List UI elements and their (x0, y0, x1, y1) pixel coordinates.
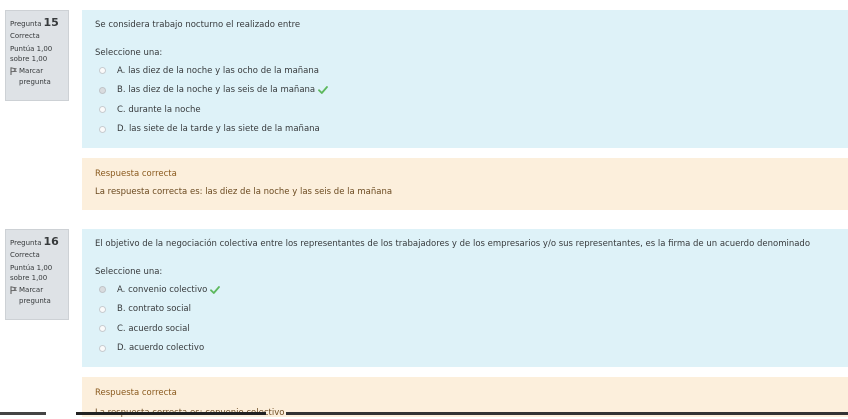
check-icon (318, 86, 329, 95)
question-number-label: Pregunta (10, 20, 42, 28)
question-formulation: Se considera trabajo nocturno el realiza… (82, 10, 848, 148)
question-number-label: Pregunta (10, 239, 42, 247)
check-icon (210, 285, 221, 294)
grade-line-2: sobre 1,00 (10, 274, 48, 283)
question-formulation: El objetivo de la negociación colectiva … (82, 229, 848, 367)
radio-button[interactable] (99, 325, 106, 333)
radio-button[interactable] (99, 344, 106, 352)
question-info: Pregunta 16 Correcta Puntúa 1,00 sobre 1,… (5, 229, 69, 320)
answer-option-d[interactable]: D. acuerdo colectivo (95, 339, 835, 359)
scrollbar-track-segment (0, 412, 46, 415)
feedback-title: Respuesta correcta (95, 388, 177, 398)
answer-label: C. acuerdo social (117, 323, 190, 334)
scrollbar-thumb[interactable] (76, 412, 266, 415)
answer-label: C. durante la noche (117, 104, 201, 115)
question-feedback: Respuesta correcta La respuesta correcta… (82, 158, 848, 210)
answer-list: A. las diez de la noche y las ocho de la… (95, 61, 835, 139)
flag-label: Marcar pregunta (19, 285, 51, 305)
answer-prompt: Seleccione una: (95, 48, 163, 58)
answer-option-b[interactable]: B. las diez de la noche y las seis de la… (95, 81, 835, 101)
flag-question-button[interactable]: Marcar pregunta (10, 66, 64, 86)
answer-label: D. acuerdo colectivo (117, 343, 205, 354)
correct-answer-text: La respuesta correcta es: las diez de la… (95, 187, 393, 197)
answer-label: D. las siete de la tarde y las siete de … (117, 124, 320, 135)
answer-option-c[interactable]: C. durante la noche (95, 100, 835, 120)
flag-question-button[interactable]: Marcar pregunta (10, 285, 64, 305)
question-number-value: 15 (43, 16, 59, 29)
question-state: Correcta (10, 31, 40, 40)
grade-line-1: Puntúa 1,00 (10, 264, 53, 273)
answer-option-a[interactable]: A. convenio colectivo (95, 280, 835, 300)
question-state: Correcta (10, 250, 40, 259)
radio-button[interactable] (99, 106, 106, 114)
answer-option-a[interactable]: A. las diez de la noche y las ocho de la… (95, 61, 835, 81)
answer-label: B. las diez de la noche y las seis de la… (117, 85, 316, 96)
answer-option-c[interactable]: C. acuerdo social (95, 319, 835, 339)
answer-list: A. convenio colectivo B. contrato social… (95, 280, 835, 358)
answer-option-b[interactable]: B. contrato social (95, 300, 835, 320)
radio-button[interactable] (99, 67, 106, 75)
grade-line-2: sobre 1,00 (10, 55, 48, 64)
flag-label-line-1: Marcar (19, 286, 44, 295)
question-number-value: 16 (43, 235, 59, 248)
flag-label-line-2: pregunta (19, 77, 51, 86)
radio-button[interactable] (99, 125, 106, 133)
flag-label-line-1: Marcar (19, 67, 44, 76)
radio-button[interactable] (99, 305, 106, 313)
question-info: Pregunta 15 Correcta Puntúa 1,00 sobre 1,… (5, 10, 69, 101)
question-text: Se considera trabajo nocturno el realiza… (95, 20, 301, 30)
question-number: Pregunta 16 (10, 234, 64, 250)
answer-option-d[interactable]: D. las siete de la tarde y las siete de … (95, 120, 835, 140)
answer-label: B. contrato social (117, 304, 192, 315)
radio-button-selected[interactable] (99, 86, 106, 94)
question-text: El objetivo de la negociación colectiva … (95, 239, 811, 249)
question-grade: Puntúa 1,00 sobre 1,00 (10, 263, 64, 283)
bottom-scrollbar[interactable] (0, 412, 848, 417)
feedback-title: Respuesta correcta (95, 169, 177, 179)
flag-icon (10, 286, 17, 295)
flag-label: Marcar pregunta (19, 66, 51, 86)
question-number: Pregunta 15 (10, 15, 64, 31)
grade-line-1: Puntúa 1,00 (10, 45, 53, 54)
question-feedback: Respuesta correcta La respuesta correcta… (82, 377, 848, 418)
answer-label: A. convenio colectivo (117, 284, 208, 295)
answer-label: A. las diez de la noche y las ocho de la… (117, 65, 319, 76)
question-grade: Puntúa 1,00 sobre 1,00 (10, 44, 64, 64)
scrollbar-track-segment (286, 412, 848, 415)
flag-label-line-2: pregunta (19, 296, 51, 305)
radio-button-selected[interactable] (99, 286, 106, 294)
flag-icon (10, 67, 17, 76)
answer-prompt: Seleccione una: (95, 267, 163, 277)
